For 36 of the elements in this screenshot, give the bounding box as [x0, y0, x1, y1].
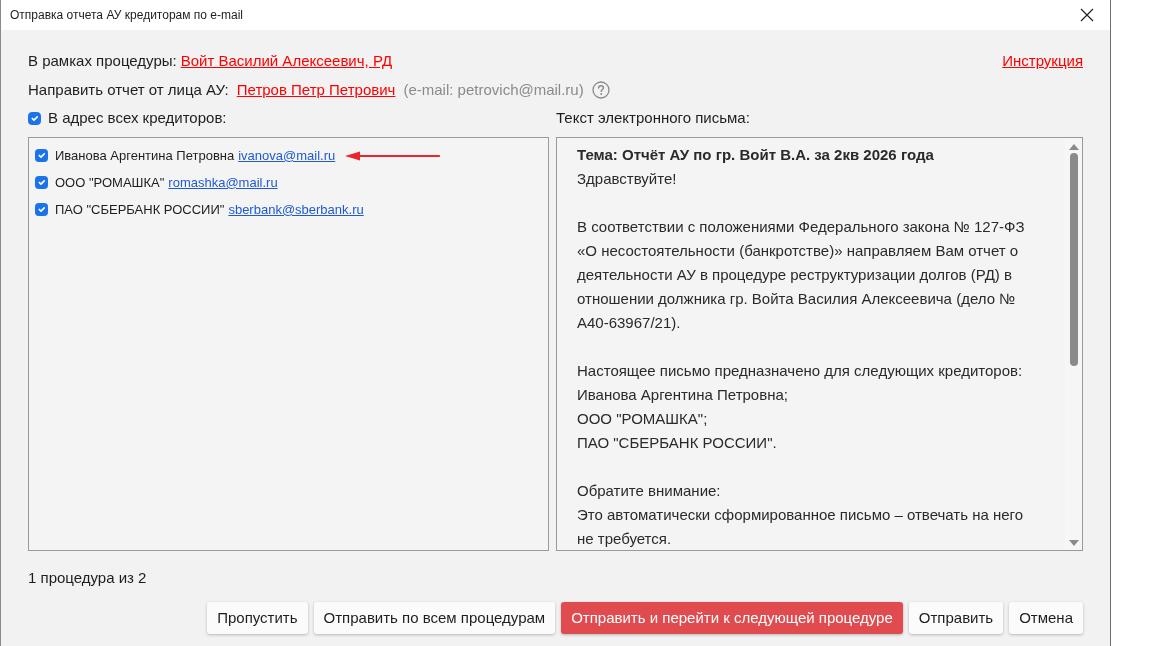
select-all-label: В адрес всех кредиторов: — [48, 108, 227, 128]
procedure-link[interactable]: Войт Василий Алексеевич, РД — [180, 50, 393, 72]
creditor-name: ПАО "СБЕРБАНК РОССИИ" — [55, 200, 225, 219]
scrollbar-thumb[interactable] — [1069, 153, 1078, 366]
email-paragraph: Настоящее письмо предназначено для следующих кредиторов: Иванова Аргентина Петровна; ООО "РОМАШКА"; ПАО "СБЕРБАНК РОССИИ". — [577, 361, 1024, 453]
procedure-counter: 1 процедура из 2 — [28, 568, 147, 588]
help-icon — [591, 81, 610, 99]
send-and-next-button[interactable]: Отправить и перейти к следующей процедуре — [561, 602, 903, 634]
sender-label: Направить отчет от лица АУ: — [28, 80, 229, 100]
window-title: Отправка отчета АУ кредиторам по e-mail — [10, 7, 243, 23]
creditor-email-link[interactable]: romashka@mail.ru — [168, 172, 278, 193]
scroll-up-icon — [1068, 144, 1079, 150]
creditor-checkbox[interactable] — [35, 176, 48, 189]
dialog-button[interactable]: Пропустить — [207, 602, 308, 634]
dialog-button[interactable]: Отправить по всем процедурам — [313, 602, 556, 634]
close-icon — [1080, 8, 1094, 22]
email-subject: Тема: Отчёт АУ по гр. Войт В.А. за 2кв 2026 года — [577, 145, 935, 165]
email-text-label: Текст электронного письма: — [556, 108, 750, 128]
sender-link[interactable]: Петров Петр Петрович — [236, 79, 396, 101]
creditor-name: ООО "РОМАШКА" — [55, 173, 165, 192]
dialog-button[interactable]: Отмена — [1009, 602, 1083, 634]
instruction-link[interactable]: Инструкция — [1002, 50, 1083, 72]
dialog-button[interactable]: Отправить — [908, 602, 1004, 634]
creditor-checkbox[interactable] — [35, 149, 48, 162]
email-paragraph: Здравствуйте! — [577, 169, 678, 189]
creditor-checkbox[interactable] — [35, 203, 48, 216]
sender-email: (e-mail: petrovich@mail.ru) — [403, 80, 584, 100]
procedure-label: В рамках процедуры: — [28, 51, 177, 71]
email-paragraph: Обратите внимание: Это автоматически сформированное письмо – отвечать на него не требуется. — [577, 481, 1025, 549]
creditor-name: Иванова Аргентина Петровна — [55, 146, 235, 165]
email-text-area[interactable] — [556, 137, 1083, 551]
scroll-down-icon — [1068, 540, 1079, 546]
select-all-checkbox[interactable] — [28, 111, 41, 125]
creditor-email-link[interactable]: sberbank@sberbank.ru — [228, 199, 364, 220]
email-paragraph: В соответствии с положениями Федерального закона № 127-ФЗ «О несостоятельности (банкротстве)» направляем Вам отчет о деятельности АУ в процедуре реструктуризации долгов (РД) в отношении должника гр. Войта Василия Алексеевича (дело № А40-63967/21). — [577, 217, 1026, 333]
creditor-email-link[interactable]: ivanova@mail.ru — [238, 145, 336, 166]
